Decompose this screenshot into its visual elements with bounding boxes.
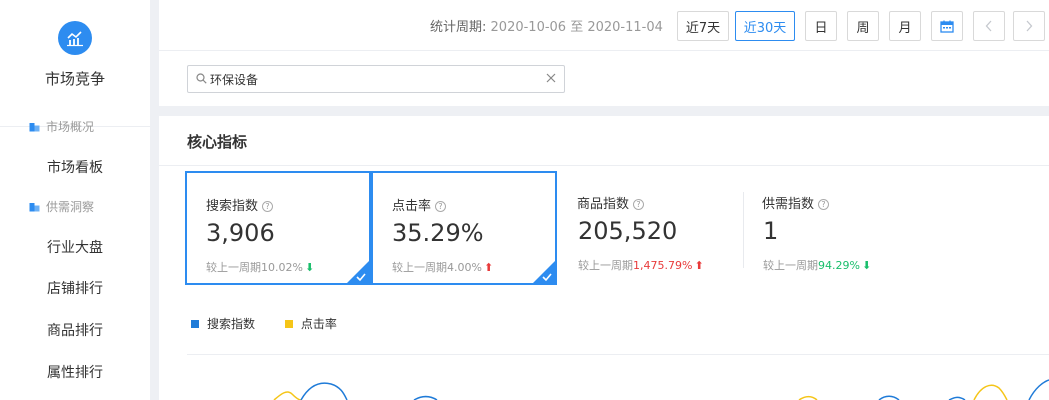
metric-name-text: 商品指数 bbox=[577, 197, 630, 212]
metric-value: 3,906 bbox=[206, 219, 275, 247]
brand: 市场竞争 bbox=[0, 21, 150, 127]
nav-group-market-overview: 市场概况 bbox=[0, 117, 150, 137]
search-icon bbox=[196, 73, 207, 84]
search-row bbox=[159, 50, 1049, 106]
metric-value: 35.29% bbox=[392, 219, 484, 247]
compare-label: 较上一周期 bbox=[392, 261, 447, 274]
series-line-click-rate bbox=[973, 384, 1008, 400]
sidebar-item-product-rank[interactable]: 商品排行 bbox=[0, 320, 150, 342]
sidebar-item-store-rank[interactable]: 店铺排行 bbox=[0, 278, 150, 300]
legend-item-search-index[interactable]: 搜索指数 bbox=[191, 315, 255, 332]
metric-compare: 较上一周期94.29% ⬇ bbox=[763, 257, 871, 273]
metric-compare: 较上一周期1,475.79% ⬆ bbox=[578, 257, 704, 273]
metric-value: 205,520 bbox=[578, 217, 678, 245]
core-metrics-panel: 核心指标 搜索指数? 3,906 较上一周期10.02% ⬇ 点击率? 35.29… bbox=[159, 116, 1049, 400]
period-label: 统计周期: 2020-10-06 至 2020-11-04 bbox=[430, 16, 663, 35]
building-icon bbox=[29, 203, 40, 212]
chevron-left-icon bbox=[985, 20, 992, 32]
metric-card-supply-demand-index[interactable]: 供需指数? 1 较上一周期94.29% ⬇ bbox=[744, 171, 930, 285]
metric-name: 搜索指数? bbox=[206, 195, 274, 214]
nav-group-supply-demand: 供需洞察 bbox=[0, 197, 150, 217]
help-icon[interactable]: ? bbox=[818, 199, 830, 210]
metric-value: 1 bbox=[763, 217, 779, 245]
last7-button[interactable]: 近7天 bbox=[677, 11, 729, 41]
prev-button[interactable] bbox=[973, 11, 1005, 41]
next-button[interactable] bbox=[1013, 11, 1045, 41]
week-button[interactable]: 周 bbox=[847, 11, 879, 41]
series-line-click-rate bbox=[273, 391, 302, 400]
brand-title: 市场竞争 bbox=[44, 70, 105, 88]
search-box[interactable] bbox=[187, 65, 565, 93]
series-line-click-rate bbox=[798, 395, 818, 400]
search-input[interactable] bbox=[210, 69, 530, 89]
series-line-search-index bbox=[878, 395, 900, 400]
topbar: 统计周期: 2020-10-06 至 2020-11-04 近7天 近30天 日… bbox=[159, 0, 1049, 50]
period-title: 统计周期: bbox=[430, 20, 487, 35]
legend-swatch bbox=[284, 320, 293, 328]
arrow-up-icon: ⬆ bbox=[694, 259, 704, 272]
last30-button[interactable]: 近30天 bbox=[735, 11, 795, 41]
nav-group-label: 市场概况 bbox=[46, 120, 95, 134]
legend-label: 点击率 bbox=[300, 317, 337, 331]
period-dates: 2020-10-06 至 2020-11-04 bbox=[490, 20, 663, 35]
building-icon bbox=[29, 123, 40, 132]
nav-group-label: 供需洞察 bbox=[46, 200, 95, 214]
chevron-right-icon bbox=[1026, 20, 1033, 32]
sidebar-item-attribute-rank[interactable]: 属性排行 bbox=[0, 362, 150, 384]
series-line-search-index bbox=[1028, 379, 1049, 400]
arrow-up-icon: ⬆ bbox=[483, 261, 494, 274]
sidebar-item-market-board[interactable]: 市场看板 bbox=[0, 157, 150, 179]
chart-legend: 搜索指数 点击率 bbox=[191, 315, 363, 332]
legend-item-click-rate[interactable]: 点击率 bbox=[284, 315, 337, 332]
compare-label: 较上一周期 bbox=[578, 259, 633, 272]
metric-name: 商品指数? bbox=[577, 193, 645, 212]
compare-value: 10.02% bbox=[261, 261, 303, 274]
metric-card-product-index[interactable]: 商品指数? 205,520 较上一周期1,475.79% ⬆ bbox=[559, 171, 745, 285]
help-icon[interactable]: ? bbox=[262, 201, 274, 212]
metric-name-text: 点击率 bbox=[392, 199, 432, 214]
metric-name: 供需指数? bbox=[762, 193, 830, 212]
compare-label: 较上一周期 bbox=[763, 259, 818, 272]
series-line-search-index bbox=[413, 395, 438, 400]
sidebar-item-industry[interactable]: 行业大盘 bbox=[0, 237, 150, 259]
legend-label: 搜索指数 bbox=[207, 317, 256, 331]
sidebar: 市场竞争 市场概况 市场看板 供需洞察 行业大盘 店铺排行 商品排行 属性排行 bbox=[0, 0, 150, 400]
checkmark-corner-icon bbox=[347, 261, 369, 283]
metric-name-text: 供需指数 bbox=[762, 197, 815, 212]
metric-name-text: 搜索指数 bbox=[206, 199, 259, 214]
arrow-down-icon: ⬇ bbox=[861, 259, 872, 272]
compare-label: 较上一周期 bbox=[206, 261, 261, 274]
series-line-search-index bbox=[300, 382, 348, 400]
compare-value: 94.29% bbox=[818, 259, 860, 272]
checkmark-corner-icon bbox=[533, 261, 555, 283]
month-button[interactable]: 月 bbox=[889, 11, 921, 41]
close-icon[interactable] bbox=[544, 71, 558, 85]
help-icon[interactable]: ? bbox=[633, 199, 645, 210]
panel-header: 核心指标 bbox=[159, 116, 1049, 166]
chart-top-gridline bbox=[187, 354, 1049, 355]
metric-compare: 较上一周期4.00% ⬆ bbox=[392, 259, 493, 275]
metric-card-search-index[interactable]: 搜索指数? 3,906 较上一周期10.02% ⬇ bbox=[185, 171, 371, 285]
metric-compare: 较上一周期10.02% ⬇ bbox=[206, 259, 314, 275]
metric-name: 点击率? bbox=[392, 195, 447, 214]
help-icon[interactable]: ? bbox=[435, 201, 447, 212]
metric-card-click-rate[interactable]: 点击率? 35.29% 较上一周期4.00% ⬆ bbox=[371, 171, 557, 285]
chart-icon bbox=[58, 21, 92, 55]
calendar-button[interactable] bbox=[931, 11, 963, 41]
arrow-down-icon: ⬇ bbox=[304, 261, 315, 274]
day-button[interactable]: 日 bbox=[805, 11, 837, 41]
calendar-icon bbox=[940, 20, 954, 33]
panel-title: 核心指标 bbox=[187, 133, 248, 151]
legend-swatch bbox=[191, 320, 199, 328]
app-root: 市场竞争 市场概况 市场看板 供需洞察 行业大盘 店铺排行 商品排行 属性排行 … bbox=[0, 0, 1049, 400]
trend-chart bbox=[273, 379, 1049, 400]
compare-value: 1,475.79% bbox=[633, 259, 693, 272]
compare-value: 4.00% bbox=[447, 261, 482, 274]
